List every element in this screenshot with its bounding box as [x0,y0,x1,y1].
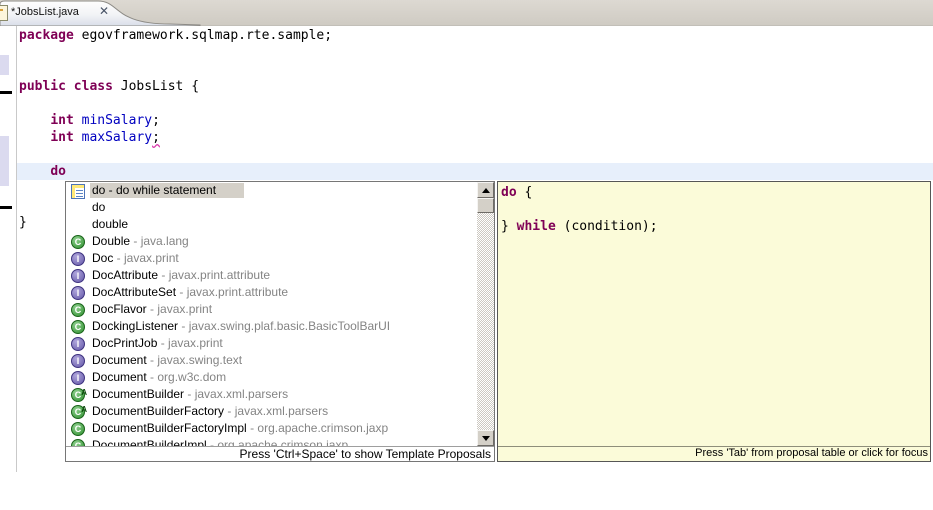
class-icon: C [71,303,85,317]
proposal-row[interactable]: I DocPrintJob - javax.print [66,335,494,352]
proposal-package: - org.apache.crimson.jaxp [207,438,348,446]
proposal-label: Document - org.w3c.dom [90,370,228,385]
proposal-row[interactable]: I Document - javax.swing.text [66,352,494,369]
scrollbar-down-button[interactable] [477,430,494,446]
code-line [501,201,658,218]
proposal-label: DocFlavor - javax.print [90,302,214,317]
interface-icon: I [71,337,85,351]
class-icon: C [71,235,85,249]
code-line: do [19,163,332,180]
proposal-package: - java.lang [130,234,189,248]
proposal-label: DocumentBuilderImpl - org.apache.crimson… [90,438,350,446]
proposal-package: - javax.print.attribute [158,268,270,282]
code-line [19,146,332,163]
proposal-label: DocAttribute - javax.print.attribute [90,268,272,283]
code-line: } while (condition); [501,218,658,235]
proposal-package: - org.apache.crimson.jaxp [247,421,388,435]
code-line: do { [501,184,658,201]
proposal-label: Doc - javax.print [90,251,181,266]
proposal-preview-pane[interactable]: do { } while (condition); Press 'Tab' fr… [497,181,931,462]
tab-title: *JobsList.java [11,6,79,18]
proposal-row[interactable]: do [66,199,494,216]
proposal-label: DocPrintJob - javax.print [90,336,225,351]
scrollbar-thumb[interactable] [477,198,494,213]
proposal-label: DocumentBuilder - javax.xml.parsers [90,387,290,402]
code-line: package egovframework.sqlmap.rte.sample; [19,27,332,44]
proposal-label: DocumentBuilderFactoryImpl - org.apache.… [90,421,390,436]
content-assist-popup: do - do while statement do double C Double -… [65,181,495,462]
proposal-row[interactable]: I DocAttribute - javax.print.attribute [66,267,494,284]
preview-status-bar: Press 'Tab' from proposal table or click… [498,446,930,461]
abstract-class-icon: CA [71,405,85,419]
proposal-package: - javax.print [157,336,222,350]
ruler-annotation [0,55,9,75]
interface-icon: I [71,371,85,385]
arrow-down-icon [482,436,490,441]
proposal-row[interactable]: I Document - org.w3c.dom [66,369,494,386]
proposal-label: double [90,217,130,232]
editor-tab[interactable]: *JobsList.java ✕ [0,0,118,25]
proposal-package: - javax.swing.text [147,353,242,367]
editor-tab-bar: *JobsList.java ✕ [0,0,933,26]
proposal-list[interactable]: do - do while statement do double C Double -… [66,182,494,446]
code-line: int maxSalary; [19,129,332,146]
ruler-fold-mark[interactable] [0,206,12,209]
proposal-row[interactable]: do - do while statement [66,182,494,199]
ruler-fold-mark[interactable] [0,91,12,94]
proposal-package: - javax.print [147,302,212,316]
interface-icon: I [71,286,85,300]
arrow-up-icon [482,188,490,193]
proposal-row[interactable]: C DocumentBuilderFactoryImpl - org.apache… [66,420,494,437]
proposal-package: - javax.xml.parsers [224,404,328,418]
proposal-row[interactable]: CA DocumentBuilder - javax.xml.parsers [66,386,494,403]
proposal-package: - javax.print.attribute [176,285,288,299]
interface-icon: I [71,269,85,283]
proposal-row[interactable]: CA DocumentBuilderFactory - javax.xml.par… [66,403,494,420]
proposal-package: - javax.xml.parsers [184,387,288,401]
java-file-icon [0,5,8,21]
code-line [19,95,332,112]
proposal-label: do [90,200,107,215]
ruler-annotation [0,136,9,186]
preview-code: do { } while (condition); [501,184,658,235]
proposal-row[interactable]: double [66,216,494,233]
scrollbar-up-button[interactable] [477,182,494,198]
template-proposal-icon [71,184,85,199]
proposal-row[interactable]: C DockingListener - javax.swing.plaf.basi… [66,318,494,335]
proposal-label: Double - java.lang [90,234,191,249]
abstract-class-icon: CA [71,388,85,402]
class-icon: C [71,320,85,334]
code-line: int minSalary; [19,112,332,129]
class-icon: C [71,422,85,436]
proposal-label: Document - javax.swing.text [90,353,244,368]
interface-icon: I [71,252,85,266]
class-icon: C [71,439,85,447]
proposal-row[interactable]: C DocumentBuilderImpl - org.apache.crimso… [66,437,494,446]
code-line [19,44,332,61]
proposal-status-bar: Press 'Ctrl+Space' to show Template Prop… [66,446,494,461]
eclipse-editor-window: *JobsList.java ✕ package egovframework.s… [0,0,933,510]
proposal-package: - javax.swing.plaf.basic.BasicToolBarUI [178,319,390,333]
interface-icon: I [71,354,85,368]
proposal-label: DocumentBuilderFactory - javax.xml.parse… [90,404,330,419]
proposal-row[interactable]: C Double - java.lang [66,233,494,250]
proposal-label: do - do while statement [90,183,244,198]
proposal-row[interactable]: I Doc - javax.print [66,250,494,267]
proposal-row[interactable]: I DocAttributeSet - javax.print.attribute [66,284,494,301]
proposal-label: DocAttributeSet - javax.print.attribute [90,285,290,300]
gutter-divider [16,26,17,472]
proposal-label: DockingListener - javax.swing.plaf.basic… [90,319,392,334]
tab-close-icon[interactable]: ✕ [97,4,111,19]
code-line: public class JobsList { [19,78,332,95]
code-line [19,61,332,78]
proposal-scrollbar[interactable] [477,182,494,446]
proposal-package: - org.w3c.dom [147,370,226,384]
proposal-package: - javax.print [113,251,178,265]
proposal-row[interactable]: C DocFlavor - javax.print [66,301,494,318]
